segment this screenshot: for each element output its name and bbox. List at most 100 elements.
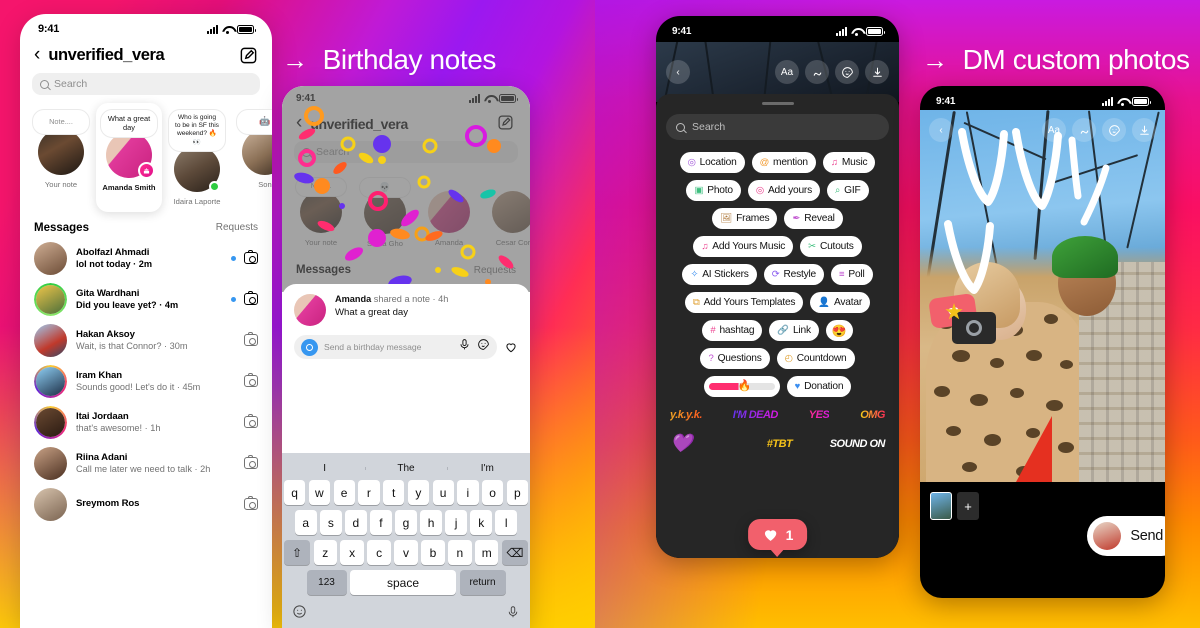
key-a[interactable]: a bbox=[294, 510, 317, 535]
key-y[interactable]: y bbox=[407, 480, 429, 505]
sticker-chip-hashtag[interactable]: # hashtag bbox=[702, 320, 763, 341]
avatar[interactable] bbox=[300, 191, 342, 233]
photo-thumbnail[interactable] bbox=[930, 492, 952, 520]
add-photo-button[interactable]: + bbox=[957, 492, 979, 520]
drag-handle[interactable] bbox=[761, 102, 794, 105]
note-bubble[interactable]: Note... bbox=[295, 177, 347, 197]
note-item-amanda[interactable]: Amanda bbox=[418, 171, 480, 254]
sticker-chip-row[interactable]: 🔥 ♥ Donation bbox=[666, 376, 889, 397]
sticker-chip-emoji[interactable]: 😍 bbox=[825, 320, 853, 341]
sticker-chip-groups[interactable]: ◎ Location @ mention ♫ Music ▣ Photo ◎ Add yours ⌕… bbox=[666, 140, 889, 397]
key-u[interactable]: u bbox=[432, 480, 454, 505]
sticker-chip-add-yours-templates[interactable]: ⧉ Add Yours Templates bbox=[684, 292, 804, 313]
key-h[interactable]: h bbox=[420, 510, 442, 535]
camera-icon[interactable] bbox=[244, 373, 258, 388]
keyboard-row-4[interactable]: 123 space return bbox=[284, 570, 528, 595]
sticker-chip-photo[interactable]: ▣ Photo bbox=[686, 180, 741, 201]
avatar[interactable] bbox=[242, 129, 272, 175]
note-item-amanda-smith[interactable]: What a great day Amanda Smith bbox=[96, 103, 162, 212]
download-icon[interactable] bbox=[1132, 118, 1156, 142]
sticker-icon[interactable] bbox=[835, 60, 859, 84]
note-bubble[interactable]: 💀 bbox=[359, 177, 411, 199]
note-bubble[interactable]: What a great day bbox=[100, 109, 158, 138]
message-row[interactable]: Iram Khan Sounds good! Let's do it · 45m bbox=[20, 361, 272, 402]
note-bubble[interactable]: 🤖 bbox=[236, 109, 272, 135]
story-toolbar[interactable]: ‹ Aa bbox=[656, 42, 899, 102]
sticker-chip-add-yours-music[interactable]: ♫ Add Yours Music bbox=[693, 236, 794, 257]
key-g[interactable]: g bbox=[395, 510, 417, 535]
key-x[interactable]: x bbox=[340, 540, 364, 565]
sticker-icon[interactable] bbox=[477, 338, 490, 356]
sticker-chip-link[interactable]: 🔗 Link bbox=[769, 320, 819, 341]
keyboard-bottom-bar[interactable] bbox=[284, 600, 528, 628]
avatar[interactable] bbox=[106, 131, 155, 179]
message-actions[interactable] bbox=[244, 414, 258, 429]
key-d[interactable]: d bbox=[345, 510, 367, 535]
key-f[interactable]: f bbox=[370, 510, 392, 535]
emoji-icon[interactable] bbox=[292, 604, 307, 624]
message-row[interactable]: Hakan Aksoy Wait, is that Connor? · 30m bbox=[20, 320, 272, 361]
send-button[interactable]: Send bbox=[1087, 516, 1165, 556]
key-z[interactable]: z bbox=[313, 540, 337, 565]
avatar[interactable] bbox=[294, 294, 326, 326]
avatar[interactable] bbox=[34, 487, 67, 521]
avatar[interactable] bbox=[174, 145, 220, 192]
on-screen-keyboard[interactable]: I The I'm qwertyuiop asdfghjkl ⇧ z x c v b n m ⌫ 1… bbox=[282, 453, 530, 628]
camera-icon[interactable] bbox=[244, 496, 258, 511]
message-row[interactable]: Sreymom Ros bbox=[20, 484, 272, 525]
sticker-chip-slider[interactable]: 🔥 bbox=[703, 376, 780, 397]
word-sticker[interactable]: 💜 bbox=[670, 433, 692, 454]
message-actions[interactable] bbox=[244, 373, 258, 388]
sticker-chip-music[interactable]: ♫ Music bbox=[822, 152, 876, 173]
key-l[interactable]: l bbox=[495, 510, 518, 535]
key-c[interactable]: c bbox=[367, 540, 391, 565]
keyboard-row-3[interactable]: ⇧ z x c v b n m ⌫ bbox=[284, 540, 528, 565]
page-title[interactable]: unverified_vera bbox=[48, 46, 239, 65]
sticker-chip-donation[interactable]: ♥ Donation bbox=[786, 376, 852, 397]
key-j[interactable]: j bbox=[445, 510, 467, 535]
word-sticker[interactable]: SOUND ON bbox=[830, 438, 886, 450]
key-w[interactable]: w bbox=[308, 480, 330, 505]
requests-link[interactable]: Requests bbox=[474, 265, 516, 276]
key-b[interactable]: b bbox=[421, 540, 445, 565]
keyboard-suggestion[interactable]: The bbox=[365, 463, 446, 474]
avatar[interactable] bbox=[34, 365, 67, 398]
draw-icon[interactable] bbox=[805, 60, 829, 84]
avatar[interactable] bbox=[364, 192, 406, 235]
like-sticker-preview[interactable]: 1 bbox=[747, 519, 808, 550]
key-o[interactable]: o bbox=[482, 480, 504, 505]
message-actions[interactable] bbox=[244, 496, 258, 511]
note-item-your-note[interactable]: Note.... Your note bbox=[28, 103, 94, 212]
back-icon[interactable]: ‹ bbox=[296, 113, 302, 132]
sticker-chip-poll[interactable]: ≡ Poll bbox=[831, 264, 873, 285]
sticker-chip-row[interactable]: 🖼 Frames ✒ Reveal bbox=[666, 208, 889, 229]
avatar[interactable] bbox=[34, 241, 67, 275]
key-s[interactable]: s bbox=[320, 510, 342, 535]
message-actions[interactable] bbox=[231, 250, 258, 265]
note-item-idaira-laporte[interactable]: Who is going to be in SF this weekend? 🔥… bbox=[164, 103, 230, 212]
search-input[interactable]: Search bbox=[32, 73, 260, 95]
camera-icon[interactable] bbox=[244, 332, 258, 347]
sticker-chip-ai-stickers[interactable]: ✧ AI Stickers bbox=[682, 264, 757, 285]
key-numbers[interactable]: 123 bbox=[306, 570, 347, 595]
sticker-chip-frames[interactable]: 🖼 Frames bbox=[712, 208, 778, 229]
key-k[interactable]: k bbox=[470, 510, 492, 535]
draw-icon[interactable] bbox=[1072, 118, 1096, 142]
sticker-chip-row[interactable]: # hashtag 🔗 Link 😍 bbox=[666, 320, 889, 341]
key-space[interactable]: space bbox=[350, 570, 456, 595]
camera-flash-sticker[interactable] bbox=[945, 303, 996, 344]
photo-canvas[interactable]: ‹ Aa bbox=[920, 110, 1165, 482]
note-item-son[interactable]: 🤖 Son bbox=[232, 103, 272, 212]
camera-icon[interactable] bbox=[244, 455, 258, 470]
compose-icon[interactable] bbox=[497, 114, 516, 133]
avatar[interactable] bbox=[34, 283, 67, 316]
note-bubble[interactable]: Who is going to be in SF this weekend? 🔥… bbox=[168, 109, 226, 152]
message-actions[interactable] bbox=[244, 332, 258, 347]
story-tools[interactable]: Aa bbox=[775, 60, 889, 84]
message-list[interactable]: Abolfazl Ahmadi lol not today · 2m Gita Wa… bbox=[20, 238, 272, 525]
key-shift[interactable]: ⇧ bbox=[284, 540, 311, 565]
back-icon[interactable]: ‹ bbox=[34, 45, 40, 64]
sticker-chip-row[interactable]: ♫ Add Yours Music ✂ Cutouts bbox=[666, 236, 889, 257]
keyboard-row-1[interactable]: qwertyuiop bbox=[284, 480, 528, 505]
key-m[interactable]: m bbox=[475, 540, 499, 565]
